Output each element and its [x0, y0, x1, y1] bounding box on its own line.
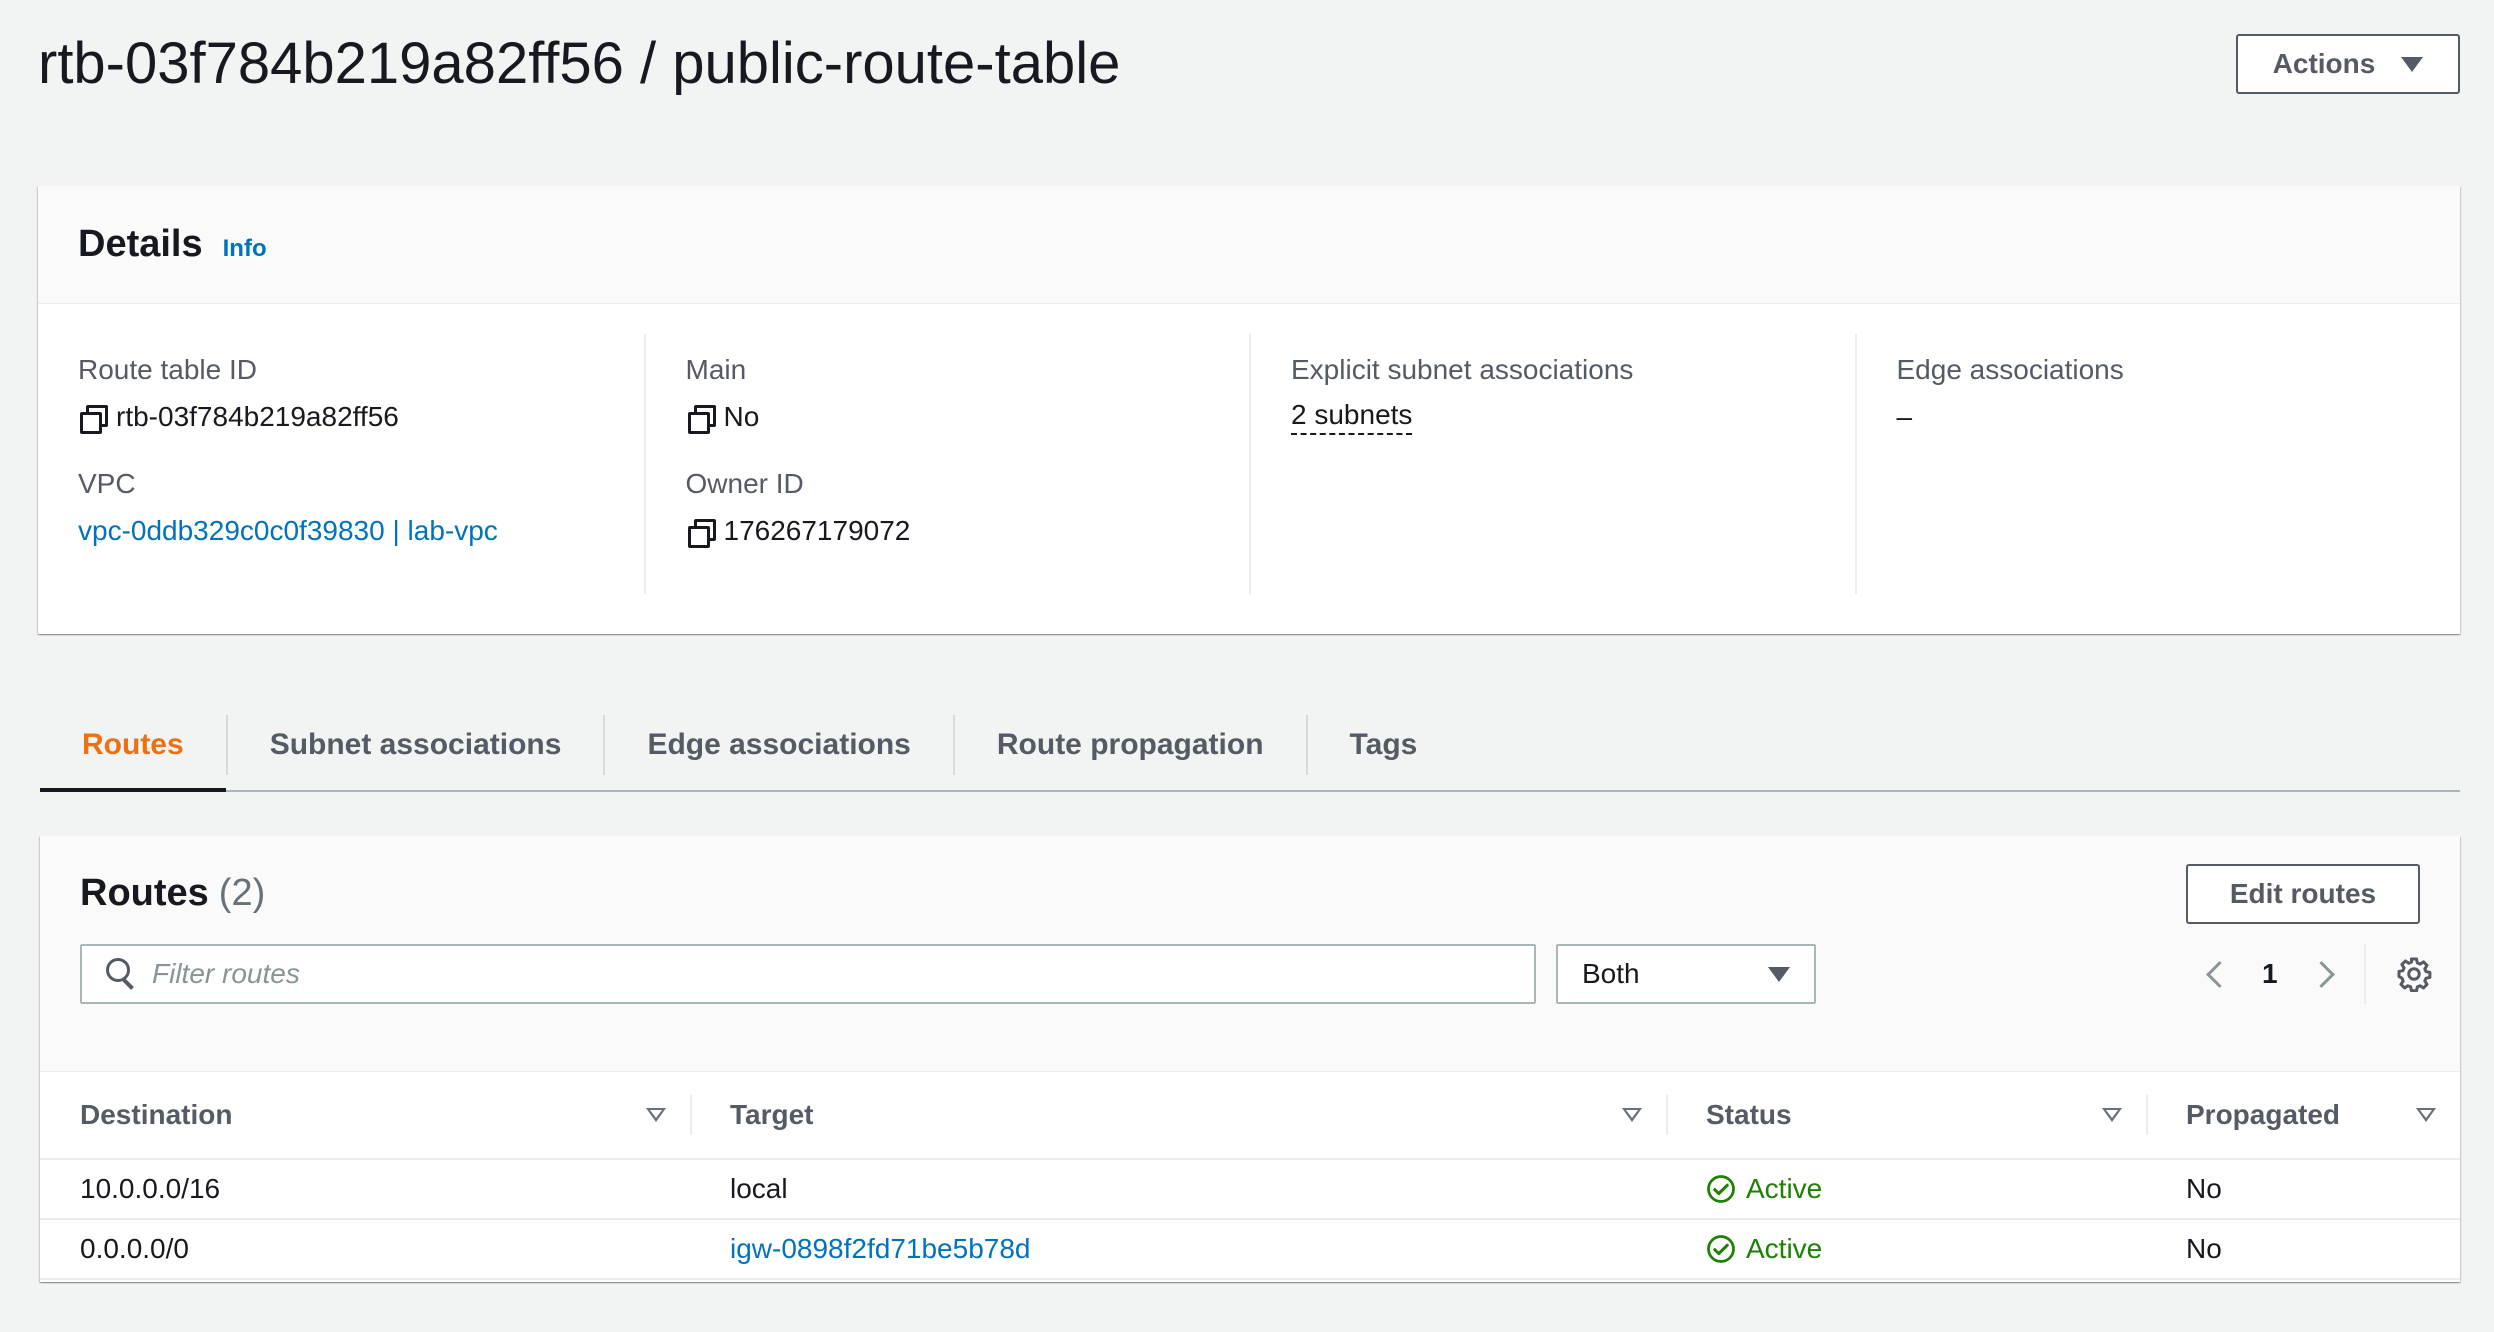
column-header-target[interactable]: Target	[690, 1071, 1666, 1159]
tab-route-propagation[interactable]: Route propagation	[952, 715, 1306, 775]
details-header: Details Info	[38, 186, 2460, 304]
copy-icon[interactable]	[78, 403, 108, 434]
caret-down-icon	[1768, 966, 1790, 982]
routes-title-row: Routes (2)	[80, 872, 265, 915]
sort-icon[interactable]	[2102, 1108, 2122, 1122]
main-value: No	[723, 401, 760, 432]
gear-icon[interactable]	[2396, 956, 2432, 992]
sort-icon[interactable]	[646, 1108, 666, 1122]
search-icon	[102, 954, 142, 994]
details-body: Route table ID rtb-03f784b219a82ff56 VPC…	[38, 304, 2460, 634]
chevron-left-icon[interactable]	[2200, 959, 2230, 989]
column-header-destination[interactable]: Destination	[40, 1071, 690, 1159]
copy-icon[interactable]	[686, 517, 716, 548]
actions-button[interactable]: Actions	[2236, 34, 2460, 94]
routes-table: Destination Target Status Propagated 10.…	[40, 1072, 2460, 1280]
routes-panel: Routes(2) Edit routes Both 1 Destination	[40, 836, 2460, 1282]
status-text: Active	[1746, 1173, 1823, 1204]
details-column-4: Edge associations –	[1854, 334, 2461, 594]
tab-routes[interactable]: Routes	[40, 715, 226, 792]
main-label: Main	[685, 354, 747, 385]
owner-id-field: Owner ID 176267179072	[686, 468, 1250, 548]
route-type-select[interactable]: Both	[1556, 944, 1816, 1004]
actions-label: Actions	[2272, 48, 2376, 79]
page-title: rtb-03f784b219a82ff56 / public-route-tab…	[38, 31, 1121, 96]
edge-assoc-value-row: –	[1897, 400, 2461, 434]
vpc-label: VPC	[78, 468, 136, 499]
explicit-subnet-label: Explicit subnet associations	[1291, 354, 1634, 385]
vpc-link[interactable]: vpc-0ddb329c0c0f39830 | lab-vpc	[78, 515, 498, 547]
edit-routes-button[interactable]: Edit routes	[2186, 864, 2420, 924]
sort-icon[interactable]	[1622, 1108, 1642, 1122]
routes-count: (2)	[218, 872, 266, 914]
filter-routes-input[interactable]	[152, 958, 1452, 990]
owner-id-label: Owner ID	[685, 468, 804, 499]
main-value-row: No	[686, 400, 1250, 434]
vpc-value-row: vpc-0ddb329c0c0f39830 | lab-vpc	[78, 514, 644, 548]
tab-bar: Routes Subnet associations Edge associat…	[40, 700, 2460, 792]
details-column-3: Explicit subnet associations 2 subnets	[1249, 334, 1855, 594]
info-link[interactable]: Info	[223, 235, 267, 263]
cell-target: local	[730, 1173, 788, 1204]
edge-assoc-value: –	[1896, 401, 1913, 432]
tab-edge-associations[interactable]: Edge associations	[603, 715, 952, 775]
tab-subnet-associations[interactable]: Subnet associations	[225, 715, 604, 775]
column-label: Target	[730, 1099, 814, 1130]
vpc-field: VPC vpc-0ddb329c0c0f39830 | lab-vpc	[78, 468, 644, 548]
caret-down-icon	[2401, 56, 2424, 72]
details-panel: Details Info Route table ID rtb-03f784b2…	[38, 186, 2460, 634]
routes-header: Routes(2) Edit routes Both 1	[40, 836, 2460, 1072]
status-text: Active	[1746, 1233, 1823, 1264]
table-row[interactable]: 0.0.0.0/0 igw-0898f2fd71be5b78d Active N…	[40, 1220, 2460, 1280]
routes-title: Routes	[80, 872, 209, 914]
column-label: Destination	[80, 1099, 233, 1130]
explicit-subnet-field: Explicit subnet associations 2 subnets	[1291, 354, 1855, 435]
edge-assoc-field: Edge associations –	[1897, 354, 2461, 434]
page-number[interactable]: 1	[2262, 958, 2278, 990]
check-circle-icon	[1707, 1175, 1735, 1203]
target-link[interactable]: igw-0898f2fd71be5b78d	[730, 1233, 1030, 1265]
details-column-1: Route table ID rtb-03f784b219a82ff56 VPC…	[38, 334, 644, 594]
cell-status: Active	[1666, 1233, 2146, 1265]
details-title: Details	[78, 223, 203, 265]
chevron-right-icon[interactable]	[2310, 959, 2340, 989]
cell-propagated: No	[2186, 1173, 2222, 1204]
cell-destination: 0.0.0.0/0	[80, 1233, 189, 1264]
edge-assoc-label: Edge associations	[1896, 354, 2124, 385]
check-circle-icon	[1707, 1235, 1735, 1263]
table-header: Destination Target Status Propagated	[40, 1072, 2460, 1160]
column-header-propagated[interactable]: Propagated	[2146, 1071, 2460, 1159]
cell-status: Active	[1666, 1173, 2146, 1205]
cell-destination: 10.0.0.0/16	[80, 1173, 221, 1204]
subnets-popover-link[interactable]: 2 subnets	[1291, 399, 1413, 435]
sort-icon[interactable]	[2416, 1108, 2436, 1122]
cell-target: igw-0898f2fd71be5b78d	[690, 1233, 1666, 1265]
route-table-id-value-row: rtb-03f784b219a82ff56	[78, 400, 644, 434]
column-label: Propagated	[2186, 1099, 2341, 1130]
route-table-id-value: rtb-03f784b219a82ff56	[116, 401, 399, 432]
owner-id-value-row: 176267179072	[686, 514, 1250, 548]
column-header-status[interactable]: Status	[1666, 1071, 2146, 1159]
route-type-select-value: Both	[1582, 958, 1640, 989]
owner-id-value: 176267179072	[723, 515, 911, 546]
explicit-subnet-value-row: 2 subnets	[1291, 399, 1855, 435]
main-field: Main No	[686, 354, 1250, 434]
tab-tags[interactable]: Tags	[1305, 715, 1460, 775]
table-row[interactable]: 10.0.0.0/16 local Active No	[40, 1160, 2460, 1220]
route-table-id-label: Route table ID	[78, 354, 257, 385]
filter-routes-box[interactable]	[80, 944, 1536, 1004]
route-table-id-field: Route table ID rtb-03f784b219a82ff56	[78, 354, 644, 434]
column-label: Status	[1706, 1099, 1792, 1130]
pagination: 1	[2200, 944, 2432, 1004]
cell-propagated: No	[2186, 1233, 2222, 1264]
details-column-2: Main No Owner ID 176267179072	[643, 334, 1250, 594]
copy-icon[interactable]	[686, 403, 716, 434]
pager-divider	[2363, 944, 2366, 1004]
